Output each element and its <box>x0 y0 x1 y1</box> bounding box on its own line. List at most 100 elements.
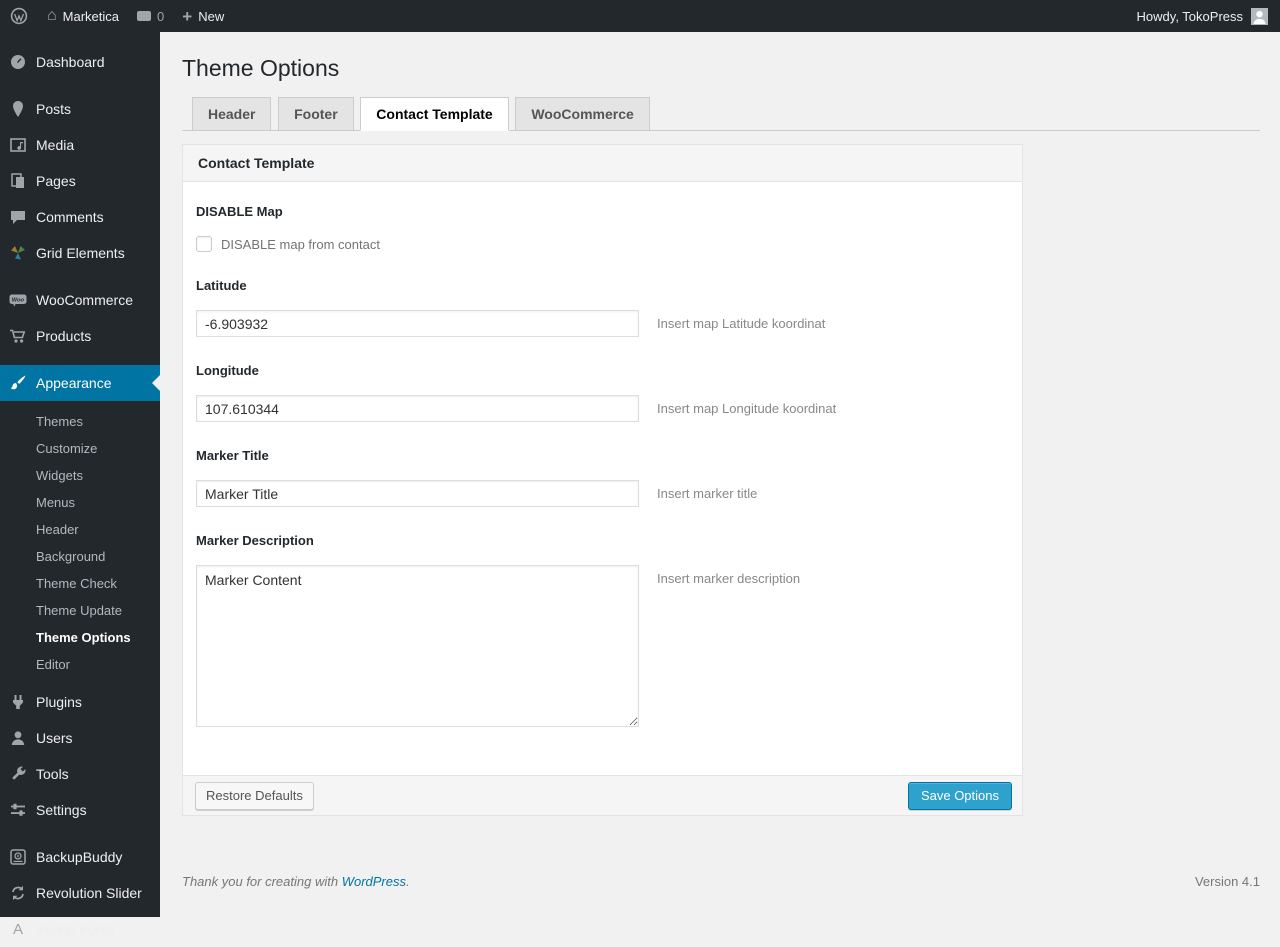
admin-sidebar: Dashboard Posts Media Pages Comments Gri… <box>0 32 160 937</box>
sidebar-label: BackupBuddy <box>36 849 123 865</box>
sidebar-label: Users <box>36 730 73 746</box>
submenu-item-themes[interactable]: Themes <box>0 408 160 435</box>
sliders-icon <box>8 800 28 820</box>
sidebar-label: Tools <box>36 766 69 782</box>
wordpress-logo-icon[interactable] <box>0 0 38 32</box>
sidebar-label: Settings <box>36 802 87 818</box>
latitude-input[interactable] <box>196 310 639 337</box>
sidebar-label: Posts <box>36 101 72 117</box>
sidebar-label: Products <box>36 328 92 344</box>
comment-count: 0 <box>157 8 165 24</box>
submenu-item-theme-update[interactable]: Theme Update <box>0 597 160 624</box>
sidebar-item-posts[interactable]: Posts <box>0 91 160 127</box>
sidebar-label: Grid Elements <box>36 245 125 261</box>
sidebar-item-revolution-slider[interactable]: Revolution Slider <box>0 875 160 911</box>
sidebar-item-plugins[interactable]: Plugins <box>0 684 160 720</box>
home-icon: ⌂ <box>47 7 57 24</box>
marker-description-help: Insert marker description <box>657 571 801 586</box>
submenu-item-customize[interactable]: Customize <box>0 435 160 462</box>
submenu-item-widgets[interactable]: Widgets <box>0 462 160 489</box>
main-content: Theme Options Header Footer Contact Temp… <box>160 32 1280 917</box>
submenu-item-editor[interactable]: Editor <box>0 651 160 678</box>
panel-footer: Restore Defaults Save Options <box>183 775 1022 815</box>
wordpress-link[interactable]: WordPress <box>342 874 406 889</box>
disable-map-checkbox-label: DISABLE map from contact <box>221 236 380 252</box>
save-options-button[interactable]: Save Options <box>907 781 1012 810</box>
page-title: Theme Options <box>182 55 340 81</box>
rotate-arrows-icon <box>8 883 28 903</box>
comments-shortcut[interactable]: 0 <box>128 0 173 32</box>
wrench-icon <box>8 764 28 784</box>
pin-icon <box>8 99 28 119</box>
marker-description-textarea[interactable]: Marker Content <box>196 565 639 727</box>
sidebar-item-tools[interactable]: Tools <box>0 756 160 792</box>
new-content-button[interactable]: + New <box>173 0 233 32</box>
panel-title: Contact Template <box>183 145 1022 182</box>
tab-woocommerce[interactable]: WooCommerce <box>515 97 650 131</box>
sidebar-item-products[interactable]: Products <box>0 318 160 354</box>
paintbrush-icon <box>8 373 28 393</box>
plug-icon <box>8 692 28 712</box>
sidebar-item-media[interactable]: Media <box>0 127 160 163</box>
sidebar-label: Plugins <box>36 694 82 710</box>
avatar <box>1251 7 1268 25</box>
sidebar-label: Appearance <box>36 375 112 391</box>
sidebar-item-pages[interactable]: Pages <box>0 163 160 199</box>
sidebar-label: Punch Fonts <box>36 921 115 937</box>
comment-bubble-icon <box>8 207 28 227</box>
tab-footer[interactable]: Footer <box>278 97 354 131</box>
user-icon <box>8 728 28 748</box>
sidebar-item-dashboard[interactable]: Dashboard <box>0 44 160 80</box>
sidebar-label: Dashboard <box>36 54 105 70</box>
sidebar-item-users[interactable]: Users <box>0 720 160 756</box>
submenu-item-background[interactable]: Background <box>0 543 160 570</box>
sidebar-item-backupbuddy[interactable]: BackupBuddy <box>0 839 160 875</box>
sidebar-item-woocommerce[interactable]: Woo WooCommerce <box>0 282 160 318</box>
letter-a-icon: A <box>12 920 23 938</box>
tab-header[interactable]: Header <box>192 97 272 131</box>
howdy-text: Howdy, TokoPress <box>1136 8 1243 24</box>
sidebar-label: Media <box>36 137 75 153</box>
comment-bubble-icon <box>137 11 152 21</box>
version-text: Version 4.1 <box>1194 874 1260 889</box>
disable-map-label: DISABLE Map <box>196 204 283 219</box>
latitude-help: Insert map Latitude koordinat <box>657 316 826 331</box>
submenu-item-theme-check[interactable]: Theme Check <box>0 570 160 597</box>
page-footer: Thank you for creating with WordPress. V… <box>182 874 1260 889</box>
grid-elements-pinwheel-icon <box>8 243 28 263</box>
tab-bar: Header Footer Contact Template WooCommer… <box>182 97 1260 131</box>
plus-icon: + <box>182 6 193 26</box>
site-name-link[interactable]: ⌂ Marketica <box>38 0 128 32</box>
longitude-input[interactable] <box>196 395 639 422</box>
longitude-help: Insert map Longitude koordinat <box>657 401 837 416</box>
disable-map-checkbox-row: DISABLE map from contact <box>196 236 1002 252</box>
submenu-item-theme-options[interactable]: Theme Options <box>0 624 160 651</box>
sidebar-label: Pages <box>36 173 76 189</box>
sidebar-item-appearance[interactable]: Appearance <box>0 365 160 401</box>
backup-disk-icon <box>8 847 28 867</box>
thanks-suffix: . <box>406 874 410 889</box>
svg-text:Woo: Woo <box>12 298 25 304</box>
site-name: Marketica <box>62 8 120 24</box>
disable-map-checkbox[interactable] <box>196 236 212 252</box>
sidebar-label: Comments <box>36 209 104 225</box>
submenu-item-header[interactable]: Header <box>0 516 160 543</box>
new-label: New <box>198 8 225 24</box>
marker-title-help: Insert marker title <box>657 486 758 501</box>
cart-icon <box>8 326 28 346</box>
sidebar-item-comments[interactable]: Comments <box>0 199 160 235</box>
restore-defaults-button[interactable]: Restore Defaults <box>195 781 314 810</box>
marker-title-label: Marker Title <box>196 448 269 463</box>
dashboard-gauge-icon <box>8 52 28 72</box>
pages-icon <box>8 171 28 191</box>
tab-contact-template[interactable]: Contact Template <box>360 97 509 131</box>
submenu-item-menus[interactable]: Menus <box>0 489 160 516</box>
sidebar-item-settings[interactable]: Settings <box>0 792 160 828</box>
woocommerce-badge-icon: Woo <box>8 290 28 310</box>
contact-template-panel: Contact Template DISABLE Map DISABLE map… <box>182 144 1023 816</box>
sidebar-label: WooCommerce <box>36 292 133 308</box>
marker-title-input[interactable] <box>196 480 639 507</box>
sidebar-item-grid-elements[interactable]: Grid Elements <box>0 235 160 271</box>
account-menu[interactable]: Howdy, TokoPress <box>1125 0 1280 32</box>
sidebar-item-punch-fonts[interactable]: A Punch Fonts <box>0 911 160 947</box>
